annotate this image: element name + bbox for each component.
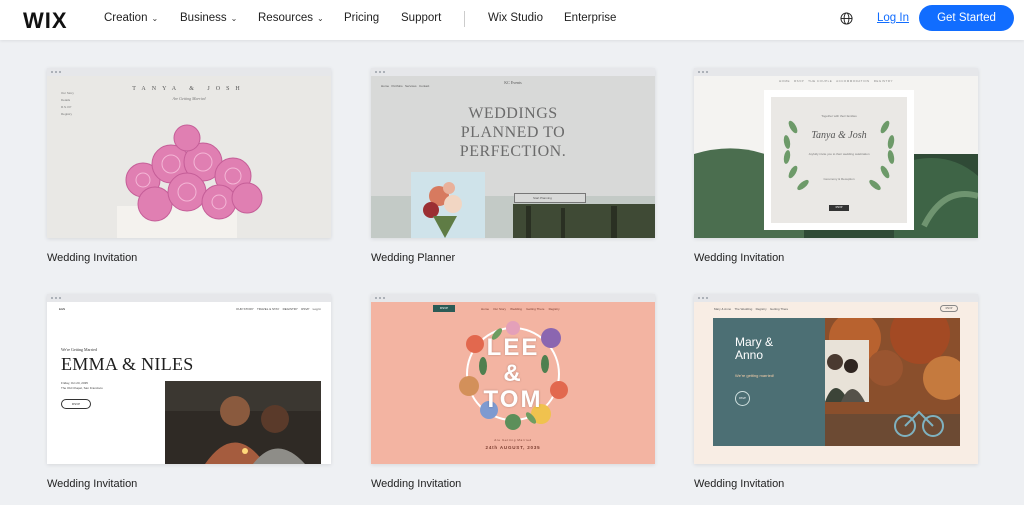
login-link[interactable]: Log In bbox=[877, 12, 909, 24]
template-title[interactable]: Wedding Invitation bbox=[694, 478, 978, 490]
bouquet-image bbox=[371, 172, 655, 238]
roses-image bbox=[117, 124, 263, 238]
thumbnail-preview: RSVP Home Our Story Wedding Getting Ther… bbox=[371, 302, 655, 464]
thumbnail-preview: KC Events Home Portfolio Services Contac… bbox=[371, 76, 655, 238]
wix-logo[interactable]: WIX bbox=[23, 8, 68, 34]
thumbnail-preview: Our Story Details R.S.V.P Registry TANYA & … bbox=[47, 76, 331, 238]
template-card[interactable]: RSVP Home Our Story Wedding Getting Ther… bbox=[371, 294, 655, 490]
nav-business[interactable]: Business ⌄ bbox=[180, 12, 237, 24]
template-card[interactable]: Our Story Details R.S.V.P Registry TANYA & … bbox=[47, 68, 331, 264]
preview-subtitle: Are Getting Married bbox=[494, 438, 532, 442]
preview-rsvp-top: RSVP bbox=[940, 305, 958, 312]
preview-rsvp: RSVP bbox=[61, 399, 91, 409]
preview-date: 24th AUGUST, 2035 bbox=[485, 445, 541, 450]
thumbnail-preview: E&N OUR STORY TRAVEL & STAY REGISTRY RSV… bbox=[47, 302, 331, 464]
template-title[interactable]: Wedding Invitation bbox=[371, 478, 655, 490]
chevron-down-icon: ⌄ bbox=[230, 13, 238, 23]
preview-details: Ceremony & Reception bbox=[823, 177, 855, 181]
template-thumbnail[interactable]: KC Events Home Portfolio Services Contac… bbox=[371, 68, 655, 238]
template-thumbnail[interactable]: RSVP Home Our Story Wedding Getting Ther… bbox=[371, 294, 655, 464]
browser-bar bbox=[47, 294, 331, 302]
template-card[interactable]: E&N OUR STORY TRAVEL & STAY REGISTRY RSV… bbox=[47, 294, 331, 490]
nav-creation-label: Creation bbox=[104, 12, 148, 24]
template-thumbnail[interactable]: Our Story Details R.S.V.P Registry TANYA & … bbox=[47, 68, 331, 238]
preview-name-2: TOM bbox=[483, 386, 543, 413]
top-navigation: WIX Creation ⌄ Business ⌄ Resources ⌄ Pr… bbox=[0, 0, 1024, 40]
preview-logo: E&N bbox=[59, 307, 66, 311]
invitation-card: Together with their families Tanya & Jos… bbox=[764, 90, 914, 230]
start-planning-button: Start Planning bbox=[514, 193, 586, 203]
browser-bar bbox=[694, 68, 978, 76]
preview-subtitle: We're getting married! bbox=[735, 373, 775, 378]
preview-name-1: LEE bbox=[486, 334, 540, 361]
nav-business-label: Business bbox=[180, 12, 227, 24]
chevron-down-icon: ⌄ bbox=[316, 13, 324, 23]
autumn-photo bbox=[825, 318, 960, 446]
preview-body: Joyfully invite you to their wedding cel… bbox=[808, 152, 870, 156]
browser-bar bbox=[371, 68, 655, 76]
invitation-inner: Together with their families Tanya & Jos… bbox=[771, 97, 907, 223]
browser-bar bbox=[47, 68, 331, 76]
template-card[interactable]: KC Events Home Portfolio Services Contac… bbox=[371, 68, 655, 264]
chevron-down-icon: ⌄ bbox=[151, 13, 159, 23]
template-thumbnail[interactable]: Mary & Anno The Wedding Registry Getting… bbox=[694, 294, 978, 464]
nav-support[interactable]: Support bbox=[401, 12, 441, 24]
preview-details: Friday, Oct 20, 2035 The Old Chapel, San … bbox=[61, 381, 103, 390]
preview-menu: OUR STORY TRAVEL & STAY REGISTRY RSVP Lo… bbox=[236, 307, 321, 311]
template-thumbnail[interactable]: HOME RSVP THE COUPLE ACCOMMODATION REGIS… bbox=[694, 68, 978, 238]
preview-pretitle: We're Getting Married bbox=[61, 347, 97, 352]
nav-pricing[interactable]: Pricing bbox=[344, 12, 379, 24]
template-title[interactable]: Wedding Invitation bbox=[47, 478, 331, 490]
nav-wix-studio[interactable]: Wix Studio bbox=[488, 12, 543, 24]
couple-photo bbox=[165, 381, 321, 464]
template-card[interactable]: Mary & Anno The Wedding Registry Getting… bbox=[694, 294, 978, 490]
template-title[interactable]: Wedding Invitation bbox=[47, 252, 331, 264]
template-title[interactable]: Wedding Planner bbox=[371, 252, 655, 264]
thumbnail-preview: HOME RSVP THE COUPLE ACCOMMODATION REGIS… bbox=[694, 76, 978, 238]
name-line: Anno bbox=[735, 348, 764, 362]
hero-panel: Mary & Anno We're getting married! RSVP bbox=[713, 318, 960, 446]
template-card[interactable]: HOME RSVP THE COUPLE ACCOMMODATION REGIS… bbox=[694, 68, 978, 264]
preview-rsvp: RSVP bbox=[829, 205, 849, 211]
preview-intro: Together with their families bbox=[821, 114, 857, 118]
thumbnail-preview: Mary & Anno The Wedding Registry Getting… bbox=[694, 302, 978, 464]
nav-creation[interactable]: Creation ⌄ bbox=[104, 12, 158, 24]
get-started-button[interactable]: Get Started bbox=[919, 5, 1014, 31]
preview-couple-names: Tanya & Josh bbox=[811, 130, 867, 141]
nav-resources-label: Resources bbox=[258, 12, 313, 24]
preview-ampersand: & bbox=[503, 360, 523, 387]
browser-bar bbox=[694, 294, 978, 302]
nav-enterprise[interactable]: Enterprise bbox=[564, 12, 616, 24]
preview-menu: HOME RSVP THE COUPLE ACCOMMODATION REGIS… bbox=[779, 79, 893, 83]
globe-icon[interactable] bbox=[840, 12, 853, 25]
browser-bar bbox=[371, 294, 655, 302]
preview-couple-names: Mary & Anno bbox=[735, 336, 773, 362]
nav-resources[interactable]: Resources ⌄ bbox=[258, 12, 324, 24]
template-thumbnail[interactable]: E&N OUR STORY TRAVEL & STAY REGISTRY RSV… bbox=[47, 294, 331, 464]
preview-rsvp: RSVP bbox=[735, 391, 750, 406]
nav-divider bbox=[464, 11, 465, 27]
preview-couple-names: EMMA & NILES bbox=[61, 354, 194, 374]
preview-menu: Mary & Anno The Wedding Registry Getting… bbox=[714, 307, 789, 311]
template-title[interactable]: Wedding Invitation bbox=[694, 252, 978, 264]
